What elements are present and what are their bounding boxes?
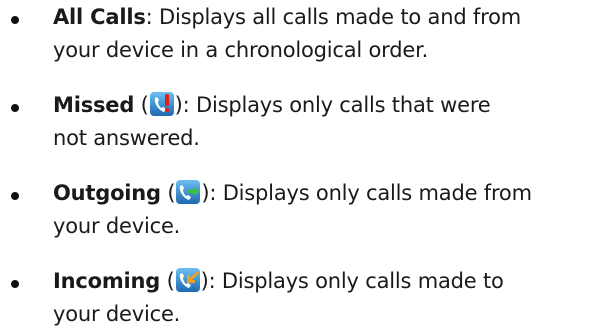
description: : Displays all calls made to and from	[145, 5, 522, 29]
list-item-text: All Calls: Displays all calls made to an…	[53, 1, 613, 67]
missed-call-icon	[149, 91, 175, 117]
term-incoming: Incoming	[53, 269, 161, 293]
description-continued: not answered.	[53, 126, 200, 150]
term-outgoing: Outgoing	[53, 181, 161, 205]
description-continued: your device in a chronological order.	[53, 38, 429, 62]
bullet	[11, 192, 19, 200]
description: ): Displays only calls made from	[201, 181, 532, 205]
incoming-call-icon	[175, 267, 201, 293]
term-all-calls: All Calls	[53, 5, 146, 29]
description-continued: your device.	[53, 214, 181, 238]
list-item-text: Missed ( ): Displays only calls that wer…	[53, 91, 491, 150]
list-item-text: Incoming ( ): Displays only calls made t…	[53, 267, 504, 326]
bullet	[11, 280, 19, 288]
bullet	[11, 104, 19, 112]
description-continued: your device.	[53, 302, 181, 326]
list-item-text: Outgoing ( ): Displays only calls made f…	[53, 179, 532, 238]
outgoing-call-icon	[175, 179, 201, 205]
description: ): Displays only calls that were	[174, 93, 491, 117]
description: ): Displays only calls made to	[200, 269, 504, 293]
call-filter-list: All Calls: Displays all calls made to an…	[0, 0, 615, 331]
term-missed: Missed	[53, 93, 135, 117]
bullet	[11, 16, 19, 24]
